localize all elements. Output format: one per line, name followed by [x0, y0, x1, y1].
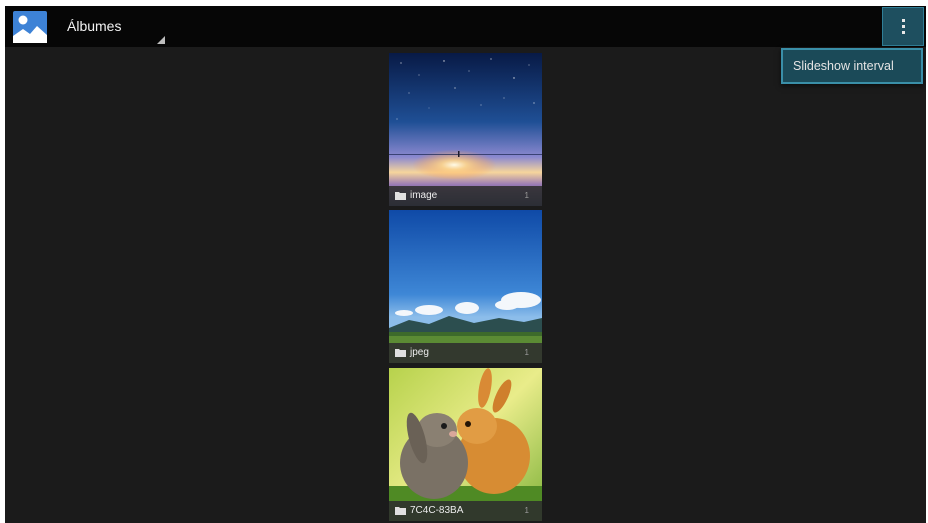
more-options-button[interactable]: [882, 7, 924, 46]
overflow-menu: Slideshow interval: [781, 48, 923, 84]
menu-item-slideshow-interval[interactable]: Slideshow interval: [793, 59, 894, 73]
spinner-arrow-icon: [157, 36, 165, 44]
album-label: 7C4C-83BA 1: [389, 501, 542, 521]
album-label: jpeg 1: [389, 343, 542, 363]
album-tile-image[interactable]: image 1: [389, 53, 542, 206]
album-count: 1: [524, 191, 529, 200]
album-name: jpeg: [410, 347, 429, 358]
two-rabbits-photo: [389, 368, 542, 521]
folder-icon: [395, 349, 406, 357]
action-bar: Álbumes: [5, 6, 926, 47]
album-tile-7c4c-83ba[interactable]: 7C4C-83BA 1: [389, 368, 542, 521]
blue-sky-meadow-photo: [389, 210, 542, 363]
gallery-screen: Álbumes Slideshow interval image 1 jpeg …: [5, 6, 926, 523]
album-count: 1: [524, 348, 529, 357]
night-sky-lake-photo: [389, 53, 542, 206]
gallery-icon[interactable]: [13, 11, 47, 43]
album-count: 1: [524, 506, 529, 515]
album-label: image 1: [389, 186, 542, 206]
folder-icon: [395, 192, 406, 200]
album-name: 7C4C-83BA: [410, 505, 464, 516]
album-name: image: [410, 190, 438, 201]
album-tile-jpeg[interactable]: jpeg 1: [389, 210, 542, 363]
folder-icon: [395, 507, 406, 515]
album-mode-spinner[interactable]: Álbumes: [60, 6, 165, 47]
actionbar-title: Álbumes: [67, 18, 122, 34]
